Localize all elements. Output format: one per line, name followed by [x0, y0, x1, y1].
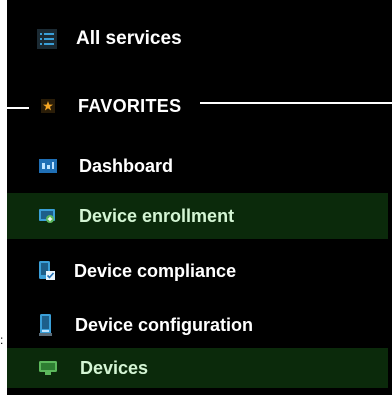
sidebar-item-label: Device enrollment: [79, 205, 235, 226]
sidebar-item-dashboard[interactable]: Dashboard: [7, 147, 388, 185]
all-services-button[interactable]: All services: [7, 20, 388, 58]
device-enrollment-icon: [38, 207, 56, 225]
favorites-label: FAVORITES: [78, 95, 182, 116]
devices-icon: [39, 361, 57, 375]
all-services-label: All services: [76, 28, 182, 49]
edge-mark: :: [0, 333, 4, 347]
star-icon: [41, 99, 55, 113]
sidebar-item-label: Devices: [80, 357, 149, 378]
sidebar-item-devices[interactable]: Devices: [7, 348, 388, 388]
sidebar-item-device-enrollment[interactable]: Device enrollment: [7, 193, 388, 239]
dashboard-icon: [39, 159, 57, 173]
sidebar-item-device-configuration[interactable]: Device configuration: [7, 305, 388, 345]
sidebar-item-label: Dashboard: [79, 155, 174, 176]
sidebar-item-device-compliance[interactable]: Device compliance: [7, 251, 388, 291]
device-configuration-icon: [37, 314, 55, 336]
list-icon: [37, 29, 57, 49]
favorites-header: FAVORITES: [7, 89, 388, 123]
device-compliance-icon: [37, 261, 55, 281]
sidebar-item-label: Device configuration: [75, 314, 254, 335]
sidebar-item-label: Device compliance: [74, 260, 237, 281]
